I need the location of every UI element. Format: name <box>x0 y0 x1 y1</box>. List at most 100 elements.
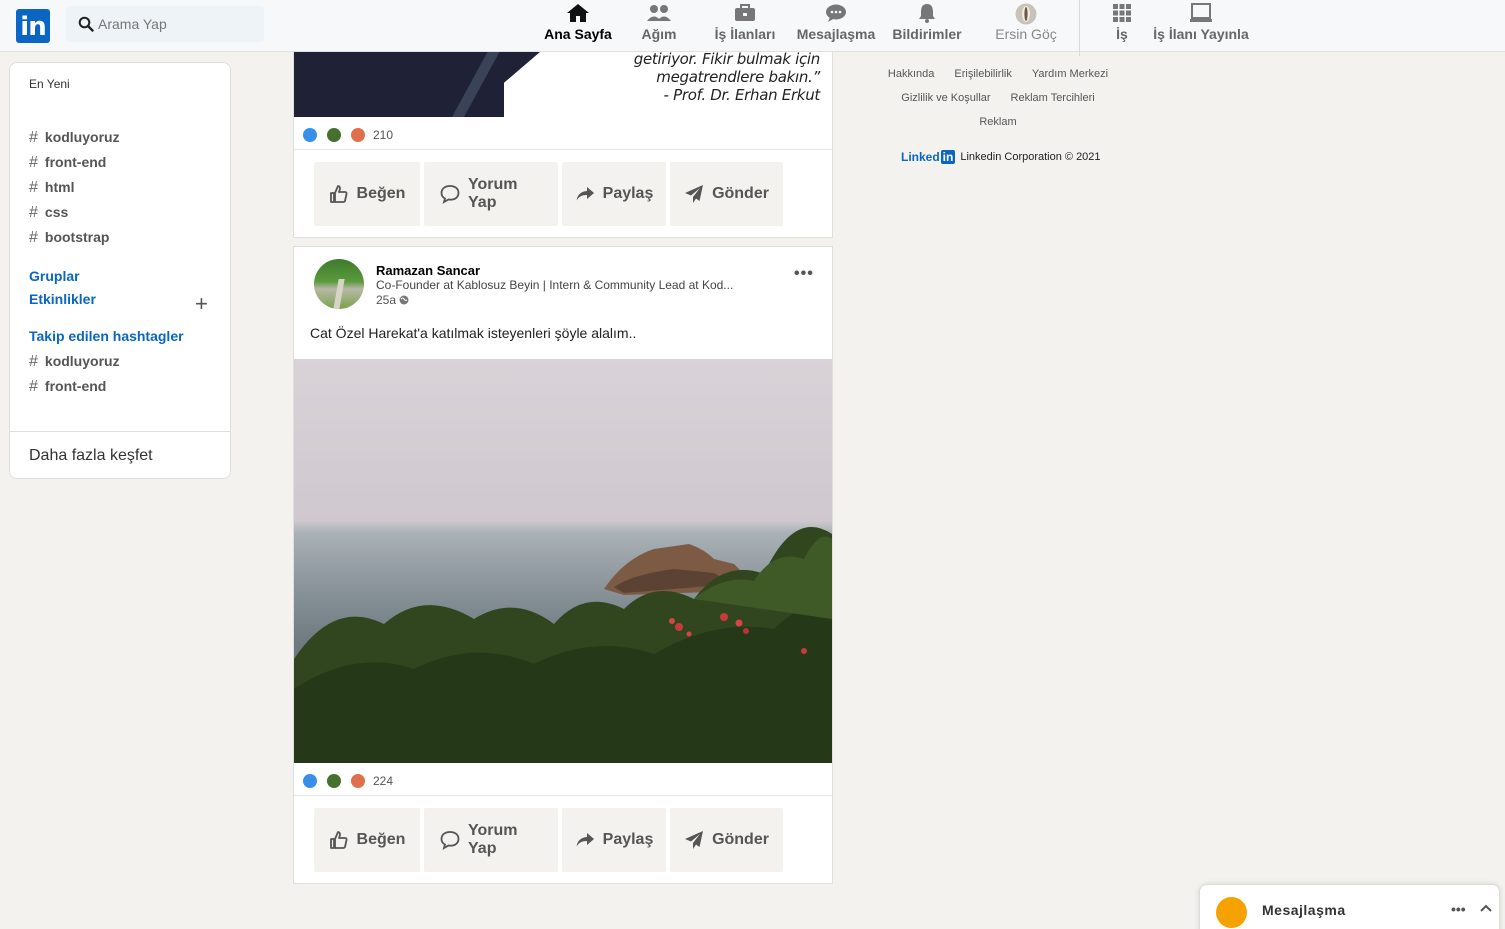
send-label: Gönder <box>712 831 769 848</box>
recent-heading: En Yeni <box>29 77 70 91</box>
nav-notifications-label: Bildirimler <box>892 26 962 42</box>
hashtag-label: css <box>44 204 69 220</box>
nav-me[interactable]: Ersin Göç <box>992 0 1060 52</box>
followed-hashtags-link[interactable]: Takip edilen hashtagler <box>29 328 184 344</box>
post-text: Cat Özel Harekat'a katılmak isteyenleri … <box>310 325 637 341</box>
nav-network[interactable]: Ağım <box>634 0 684 52</box>
nav-work-label: İş <box>1116 26 1128 42</box>
reaction-count: 210 <box>373 128 394 142</box>
comment-icon <box>440 185 460 204</box>
left-sidebar: En Yeni # kodluyoruz # front-end # html # cs… <box>9 62 231 479</box>
share-icon <box>576 187 594 201</box>
nav-network-label: Ağım <box>641 26 677 42</box>
like-reaction-icon <box>303 128 317 142</box>
nav-work[interactable]: İş <box>1106 0 1138 52</box>
landscape-photo <box>294 527 832 763</box>
nav-notifications[interactable]: Bildirimler <box>890 0 964 52</box>
send-label: Gönder <box>712 185 769 202</box>
grid-icon <box>1106 0 1138 26</box>
like-reaction-icon <box>303 774 317 788</box>
reactions-summary[interactable]: 210 <box>303 127 393 143</box>
like-label: Beğen <box>356 831 406 848</box>
nav-messaging-label: Mesajlaşma <box>796 26 876 42</box>
send-button[interactable]: Gönder <box>670 162 783 226</box>
nav-home[interactable]: Ana Sayfa <box>542 0 614 52</box>
footer-link[interactable]: Reklam <box>979 116 1016 128</box>
messaging-label: Mesajlaşma <box>1262 902 1346 918</box>
hashtag-item[interactable]: # css <box>29 204 68 224</box>
footer-link[interactable]: Gizlilik ve Koşullar <box>901 92 990 104</box>
comment-button[interactable]: Yorum Yap <box>424 808 558 872</box>
footer-link[interactable]: Yardım Merkezi <box>1032 68 1108 80</box>
post-actions: Beğen Yorum Yap Paylaş Gönder <box>314 162 783 226</box>
hashtag-label: html <box>44 179 75 195</box>
footer-link[interactable]: Erişilebilirlik <box>954 68 1011 80</box>
messaging-overlay[interactable]: Mesajlaşma ••• <box>1199 884 1500 929</box>
author-avatar[interactable] <box>314 259 364 309</box>
reaction-count: 224 <box>373 774 394 788</box>
hashtag-item[interactable]: # bootstrap <box>29 229 109 249</box>
hashtag-icon: # <box>29 353 38 370</box>
hashtag-item[interactable]: # front-end <box>29 154 106 174</box>
top-navigation: in Ana Sayfa Ağım İş İlanları Mesajlaşma… <box>0 0 1505 56</box>
linkedin-logo[interactable]: in <box>16 9 50 43</box>
send-button[interactable]: Gönder <box>670 808 783 872</box>
search-icon <box>78 16 94 32</box>
followed-hashtag-item[interactable]: # front-end <box>29 378 106 398</box>
briefcase-icon <box>710 0 780 26</box>
footer-link[interactable]: Reklam Tercihleri <box>1011 92 1095 104</box>
like-label: Beğen <box>356 185 406 202</box>
hashtag-label: kodluyoruz <box>44 353 120 369</box>
author-name[interactable]: Ramazan Sancar <box>376 263 480 278</box>
share-icon <box>576 833 594 847</box>
messaging-more-icon[interactable]: ••• <box>1451 901 1466 917</box>
hashtag-label: kodluyoruz <box>44 129 120 145</box>
hashtag-icon: # <box>29 154 38 171</box>
copyright-text: Linkedin Corporation © 2021 <box>960 151 1101 163</box>
events-link[interactable]: Etkinlikler <box>29 291 96 307</box>
groups-link[interactable]: Gruplar <box>29 268 80 284</box>
comment-button[interactable]: Yorum Yap <box>424 162 558 226</box>
hashtag-icon: # <box>29 378 38 395</box>
like-button[interactable]: Beğen <box>314 162 420 226</box>
hashtag-icon: # <box>29 179 38 196</box>
followed-hashtag-item[interactable]: # kodluyoruz <box>29 353 120 373</box>
post-time-text: 25a <box>376 293 397 307</box>
thumbs-up-icon <box>329 831 348 849</box>
author-headline: Co-Founder at Kablosuz Beyin | Intern & … <box>376 278 734 292</box>
chevron-up-icon[interactable] <box>1479 901 1493 915</box>
post-divider <box>294 149 832 150</box>
like-button[interactable]: Beğen <box>314 808 420 872</box>
search-input[interactable] <box>98 14 258 34</box>
nav-jobs[interactable]: İş İlanları <box>710 0 780 52</box>
love-reaction-icon <box>351 774 365 788</box>
more-options-icon[interactable]: ••• <box>794 265 814 283</box>
post-timestamp: 25a <box>376 293 409 307</box>
comment-icon <box>440 831 460 850</box>
post-job-icon <box>1152 0 1250 26</box>
share-button[interactable]: Paylaş <box>562 162 666 226</box>
discover-more-link[interactable]: Daha fazla keşfet <box>29 447 153 465</box>
messaging-avatar <box>1216 897 1247 928</box>
hashtag-item[interactable]: # kodluyoruz <box>29 129 120 149</box>
profile-avatar <box>992 0 1060 25</box>
nav-messaging[interactable]: Mesajlaşma <box>796 0 876 52</box>
send-icon <box>685 185 704 203</box>
share-label: Paylaş <box>602 831 654 848</box>
footer-link[interactable]: Hakkında <box>888 68 934 80</box>
post-image[interactable] <box>294 359 832 763</box>
hashtag-label: bootstrap <box>44 229 110 245</box>
hashtag-item[interactable]: # html <box>29 179 74 199</box>
add-event-icon[interactable]: + <box>195 293 208 315</box>
reactions-summary[interactable]: 224 <box>303 773 393 789</box>
comment-label: Yorum Yap <box>468 176 518 211</box>
quote-text: getiriyor. Fikir bulmak için megatrendle… <box>634 50 821 104</box>
post-divider <box>294 795 832 796</box>
comment-label: Yorum Yap <box>468 822 518 857</box>
footer-row: Hakkında Erişilebilirlik Yardım Merkezi <box>870 68 1126 80</box>
footer-row: Gizlilik ve Koşullar Reklam Tercihleri <box>870 92 1126 104</box>
nav-post-job[interactable]: İş İlanı Yayınla <box>1152 0 1250 52</box>
home-icon <box>542 0 614 26</box>
footer-brand: Linked in Linkedin Corporation © 2021 <box>901 150 1101 164</box>
share-button[interactable]: Paylaş <box>562 808 666 872</box>
